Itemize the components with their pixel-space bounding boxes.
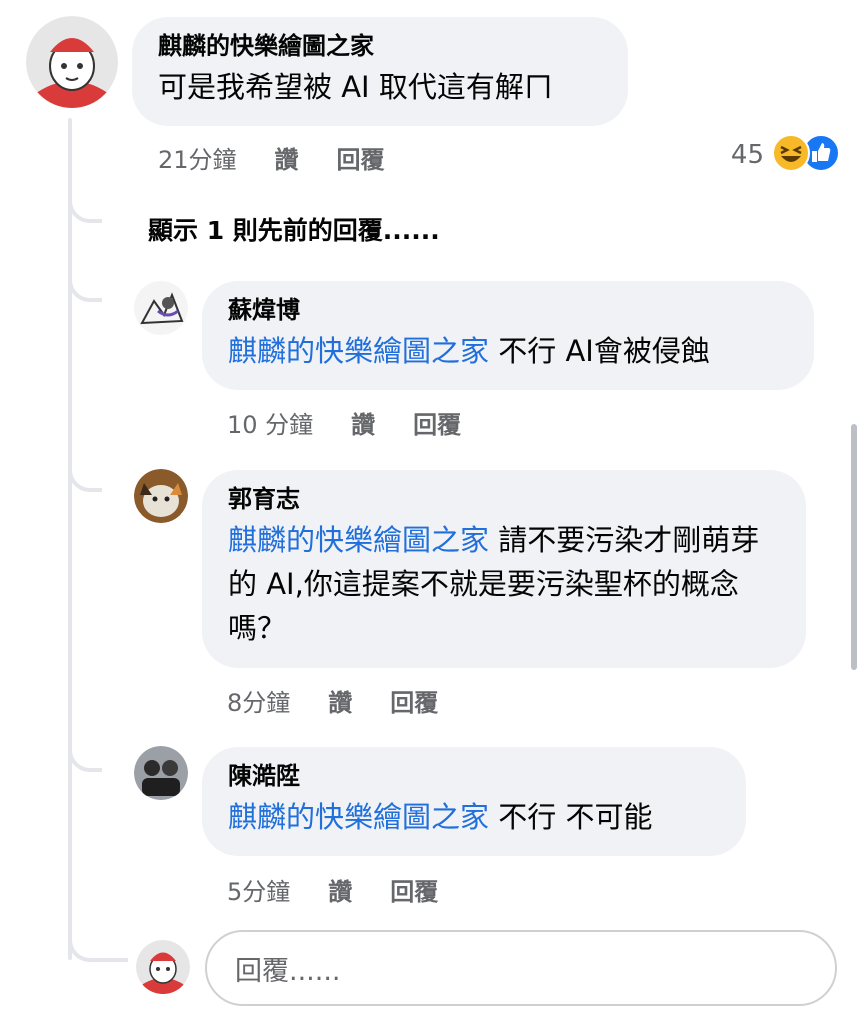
- thread-branch: [68, 270, 102, 302]
- reaction-count: 45: [730, 140, 764, 170]
- reply-button[interactable]: 回覆: [413, 405, 461, 440]
- like-button[interactable]: 讚: [328, 872, 352, 907]
- reply-text: 麒麟的快樂繪圖之家 不行 不可能: [228, 795, 726, 839]
- reply-bubble: 蘇煒博 麒麟的快樂繪圖之家 不行 AI會被侵蝕: [202, 281, 814, 390]
- reply-message: 不行 不可能: [489, 800, 653, 834]
- reply-button[interactable]: 回覆: [390, 683, 438, 718]
- reply-author[interactable]: 陳澔陞: [228, 761, 726, 791]
- reply-bubble: 陳澔陞 麒麟的快樂繪圖之家 不行 不可能: [202, 747, 746, 856]
- reply-meta: 10 分鐘 讚 回覆: [227, 405, 499, 440]
- thread-branch: [68, 740, 102, 772]
- thread-line: [68, 118, 72, 960]
- avatar[interactable]: [136, 940, 190, 994]
- thread-branch: [68, 191, 102, 223]
- comment-text: 可是我希望被 AI 取代這有解ㄇ: [158, 70, 553, 104]
- comment-time[interactable]: 21分鐘: [158, 140, 237, 175]
- reply-time[interactable]: 5分鐘: [227, 872, 290, 907]
- reply-meta: 5分鐘 讚 回覆: [227, 872, 476, 907]
- reply-button[interactable]: 回覆: [337, 140, 385, 175]
- scrollbar[interactable]: [851, 424, 857, 670]
- show-previous-replies-link[interactable]: 顯示 1 則先前的回覆......: [148, 211, 440, 247]
- reply-bubble: 郭育志 麒麟的快樂繪圖之家 請不要污染才剛萌芽的 AI,你這提案不就是要污染聖杯…: [202, 470, 806, 668]
- avatar[interactable]: [134, 281, 188, 335]
- reply-input[interactable]: 回覆......: [205, 930, 837, 1006]
- reply-meta: 8分鐘 讚 回覆: [227, 683, 476, 718]
- reply-message: 不行 AI會被侵蝕: [489, 334, 710, 368]
- reply-text: 麒麟的快樂繪圖之家 請不要污染才剛萌芽的 AI,你這提案不就是要污染聖杯的概念嗎…: [228, 518, 786, 650]
- like-button[interactable]: 讚: [275, 140, 299, 175]
- avatar[interactable]: [26, 16, 118, 108]
- like-button[interactable]: 讚: [351, 405, 375, 440]
- mention-link[interactable]: 麒麟的快樂繪圖之家: [228, 800, 489, 834]
- reply-author[interactable]: 蘇煒博: [228, 295, 790, 325]
- reply-text: 麒麟的快樂繪圖之家 不行 AI會被侵蝕: [228, 329, 790, 373]
- like-button[interactable]: 讚: [328, 683, 352, 718]
- reply-time[interactable]: 10 分鐘: [227, 405, 313, 440]
- reply-time[interactable]: 8分鐘: [227, 683, 290, 718]
- mention-link[interactable]: 麒麟的快樂繪圖之家: [228, 334, 489, 368]
- thread-branch: [68, 930, 128, 962]
- reply-author[interactable]: 郭育志: [228, 484, 786, 514]
- comment-author[interactable]: 麒麟的快樂繪圖之家: [158, 31, 602, 61]
- avatar[interactable]: [134, 746, 188, 800]
- reply-button[interactable]: 回覆: [390, 872, 438, 907]
- reaction-summary[interactable]: 45: [731, 134, 840, 176]
- avatar[interactable]: [134, 469, 188, 523]
- laugh-emoji-icon: [772, 134, 810, 176]
- mention-link[interactable]: 麒麟的快樂繪圖之家: [228, 523, 489, 557]
- comment-meta: 21分鐘 讚 回覆: [158, 140, 423, 175]
- comment-bubble: 麒麟的快樂繪圖之家 可是我希望被 AI 取代這有解ㄇ: [132, 17, 628, 126]
- thread-branch: [68, 460, 102, 492]
